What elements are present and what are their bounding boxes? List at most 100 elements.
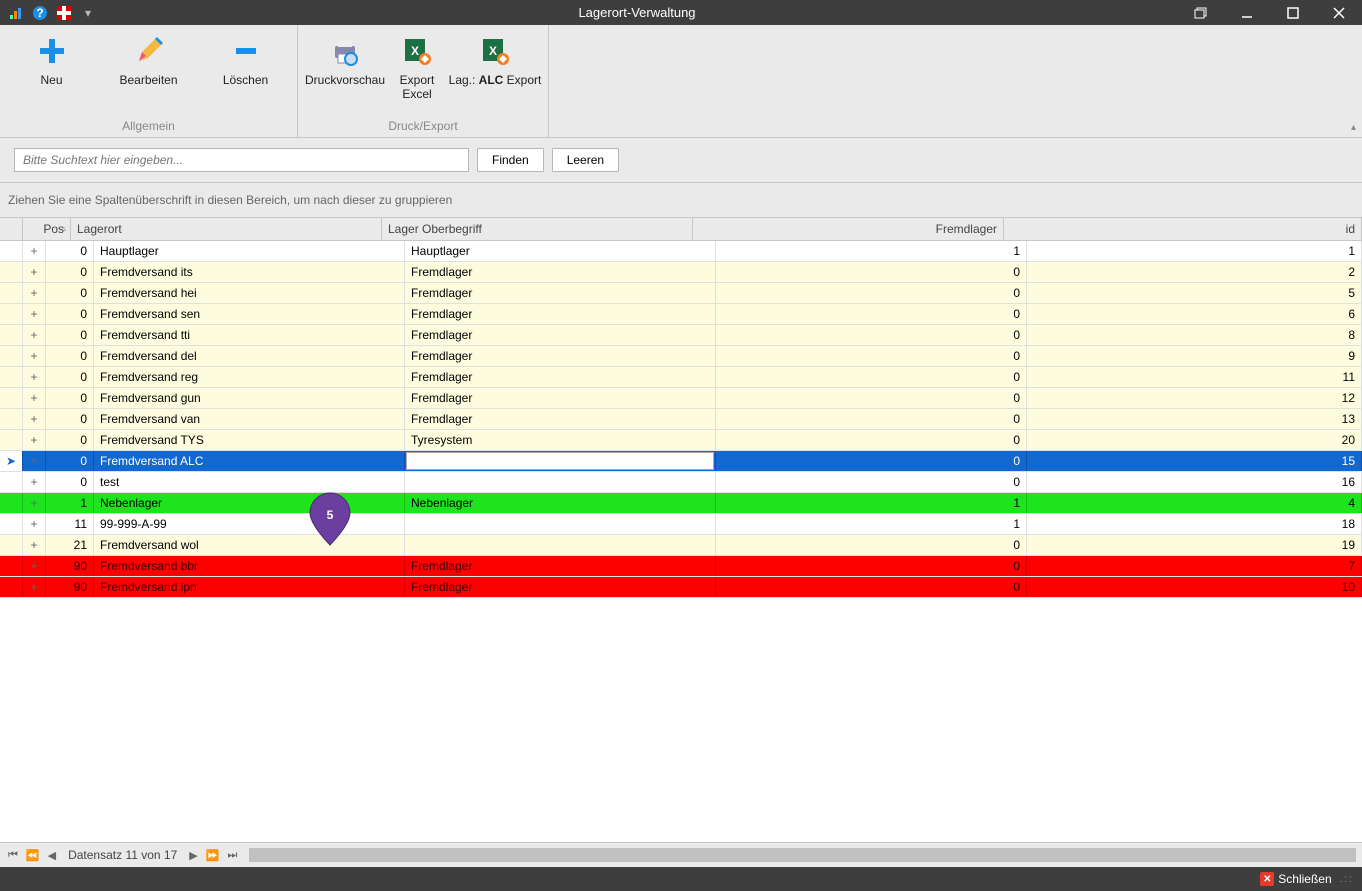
- nav-first-icon[interactable]: ⏮: [6, 849, 20, 862]
- expand-icon[interactable]: +: [23, 577, 46, 597]
- flag-icon[interactable]: [56, 5, 72, 21]
- cell-oberbegriff[interactable]: Fremdlager: [405, 388, 716, 408]
- nav-last-icon[interactable]: ⏭: [225, 849, 239, 862]
- cell-fremdlager[interactable]: 0: [716, 577, 1027, 597]
- cell-oberbegriff[interactable]: Fremdlager: [405, 325, 716, 345]
- cell-lagerort[interactable]: Fremdversand wol: [94, 535, 405, 555]
- clear-button[interactable]: Leeren: [552, 148, 619, 172]
- table-row[interactable]: +0test016: [0, 472, 1362, 493]
- table-row[interactable]: +90Fremdversand ipnFremdlager010: [0, 577, 1362, 598]
- find-button[interactable]: Finden: [477, 148, 544, 172]
- table-row[interactable]: +0Fremdversand ttiFremdlager08: [0, 325, 1362, 346]
- cell-id[interactable]: 9: [1027, 346, 1362, 366]
- search-input[interactable]: [14, 148, 469, 172]
- cell-oberbegriff[interactable]: Fremdlager: [405, 283, 716, 303]
- table-row[interactable]: ➤+0Fremdversand ALC015: [0, 451, 1362, 472]
- grid-body[interactable]: +0HauptlagerHauptlager11+0Fremdversand i…: [0, 241, 1362, 842]
- horizontal-scrollbar[interactable]: [249, 848, 1356, 862]
- cell-fremdlager[interactable]: 0: [716, 304, 1027, 324]
- cell-fremdlager[interactable]: 0: [716, 409, 1027, 429]
- cell-id[interactable]: 15: [1027, 451, 1362, 471]
- cell-oberbegriff[interactable]: Fremdlager: [405, 577, 716, 597]
- minimize-button[interactable]: [1224, 0, 1270, 25]
- cell-id[interactable]: 10: [1027, 577, 1362, 597]
- maximize-button[interactable]: [1270, 0, 1316, 25]
- expand-icon[interactable]: +: [23, 493, 46, 513]
- cell-lagerort[interactable]: Nebenlager: [94, 493, 405, 513]
- nav-prev-icon[interactable]: ◀: [46, 849, 58, 862]
- cell-lagerort[interactable]: test: [94, 472, 405, 492]
- cell-pos[interactable]: 0: [46, 430, 94, 450]
- header-lagerort[interactable]: Lagerort: [71, 218, 382, 240]
- cell-lagerort[interactable]: Fremdversand tti: [94, 325, 405, 345]
- cell-pos[interactable]: 0: [46, 367, 94, 387]
- cell-id[interactable]: 5: [1027, 283, 1362, 303]
- cell-lagerort[interactable]: Fremdversand its: [94, 262, 405, 282]
- cell-id[interactable]: 11: [1027, 367, 1362, 387]
- cell-oberbegriff[interactable]: [405, 514, 716, 534]
- cell-fremdlager[interactable]: 1: [716, 241, 1027, 261]
- header-fremdlager[interactable]: Fremdlager: [693, 218, 1004, 240]
- expand-icon[interactable]: +: [23, 367, 46, 387]
- cell-pos[interactable]: 0: [46, 346, 94, 366]
- nav-prevpage-icon[interactable]: ⏪: [24, 849, 42, 862]
- cell-lagerort[interactable]: Fremdversand ALC: [94, 451, 405, 471]
- cell-id[interactable]: 6: [1027, 304, 1362, 324]
- cell-id[interactable]: 20: [1027, 430, 1362, 450]
- cell-pos[interactable]: 90: [46, 577, 94, 597]
- loeschen-button[interactable]: Löschen: [198, 29, 293, 117]
- export-excel-button[interactable]: X Export Excel: [390, 29, 444, 117]
- header-pos[interactable]: Pos▵: [23, 218, 71, 240]
- cell-fremdlager[interactable]: 0: [716, 451, 1027, 471]
- table-row[interactable]: +0Fremdversand TYSTyresystem020: [0, 430, 1362, 451]
- cell-oberbegriff[interactable]: Nebenlager: [405, 493, 716, 513]
- header-oberbegriff[interactable]: Lager Oberbegriff: [382, 218, 693, 240]
- neu-button[interactable]: Neu: [4, 29, 99, 117]
- cell-oberbegriff[interactable]: Fremdlager: [405, 367, 716, 387]
- cell-lagerort[interactable]: 99-999-A-99: [94, 514, 405, 534]
- cell-fremdlager[interactable]: 0: [716, 535, 1027, 555]
- cell-fremdlager[interactable]: 0: [716, 472, 1027, 492]
- cell-fremdlager[interactable]: 0: [716, 388, 1027, 408]
- expand-icon[interactable]: +: [23, 262, 46, 282]
- cell-pos[interactable]: 0: [46, 409, 94, 429]
- cell-oberbegriff[interactable]: Hauptlager: [405, 241, 716, 261]
- cell-fremdlager[interactable]: 0: [716, 556, 1027, 576]
- cell-id[interactable]: 7: [1027, 556, 1362, 576]
- cell-fremdlager[interactable]: 0: [716, 325, 1027, 345]
- cell-id[interactable]: 2: [1027, 262, 1362, 282]
- cell-fremdlager[interactable]: 0: [716, 367, 1027, 387]
- cell-pos[interactable]: 0: [46, 451, 94, 471]
- cell-lagerort[interactable]: Fremdversand gun: [94, 388, 405, 408]
- group-panel[interactable]: Ziehen Sie eine Spaltenüberschrift in di…: [0, 183, 1362, 218]
- resize-grip-icon[interactable]: .::: [1340, 874, 1354, 885]
- expand-icon[interactable]: +: [23, 346, 46, 366]
- cell-oberbegriff[interactable]: Fremdlager: [405, 262, 716, 282]
- expand-icon[interactable]: +: [23, 430, 46, 450]
- cell-pos[interactable]: 0: [46, 472, 94, 492]
- cell-lagerort[interactable]: Fremdversand ipn: [94, 577, 405, 597]
- table-row[interactable]: +21Fremdversand wol019: [0, 535, 1362, 556]
- table-row[interactable]: +0Fremdversand regFremdlager011: [0, 367, 1362, 388]
- cell-id[interactable]: 18: [1027, 514, 1362, 534]
- nav-nextpage-icon[interactable]: ⏩: [204, 849, 222, 862]
- qat-dropdown-icon[interactable]: ▾: [80, 5, 96, 21]
- help-icon[interactable]: ?: [32, 5, 48, 21]
- lag-alc-export-button[interactable]: X Lag.: ALC Export: [446, 29, 544, 117]
- cell-id[interactable]: 12: [1027, 388, 1362, 408]
- table-row[interactable]: +1199-999-A-99118: [0, 514, 1362, 535]
- cell-id[interactable]: 1: [1027, 241, 1362, 261]
- cell-fremdlager[interactable]: 1: [716, 514, 1027, 534]
- cell-pos[interactable]: 11: [46, 514, 94, 534]
- cell-pos[interactable]: 0: [46, 304, 94, 324]
- expand-icon[interactable]: +: [23, 325, 46, 345]
- cell-fremdlager[interactable]: 1: [716, 493, 1027, 513]
- table-row[interactable]: +0Fremdversand senFremdlager06: [0, 304, 1362, 325]
- cell-lagerort[interactable]: Fremdversand van: [94, 409, 405, 429]
- bearbeiten-button[interactable]: Bearbeiten: [101, 29, 196, 117]
- cell-lagerort[interactable]: Hauptlager: [94, 241, 405, 261]
- expand-icon[interactable]: +: [23, 241, 46, 261]
- cell-id[interactable]: 8: [1027, 325, 1362, 345]
- table-row[interactable]: +90Fremdversand bbrFremdlager07: [0, 556, 1362, 577]
- cell-oberbegriff[interactable]: [405, 451, 716, 471]
